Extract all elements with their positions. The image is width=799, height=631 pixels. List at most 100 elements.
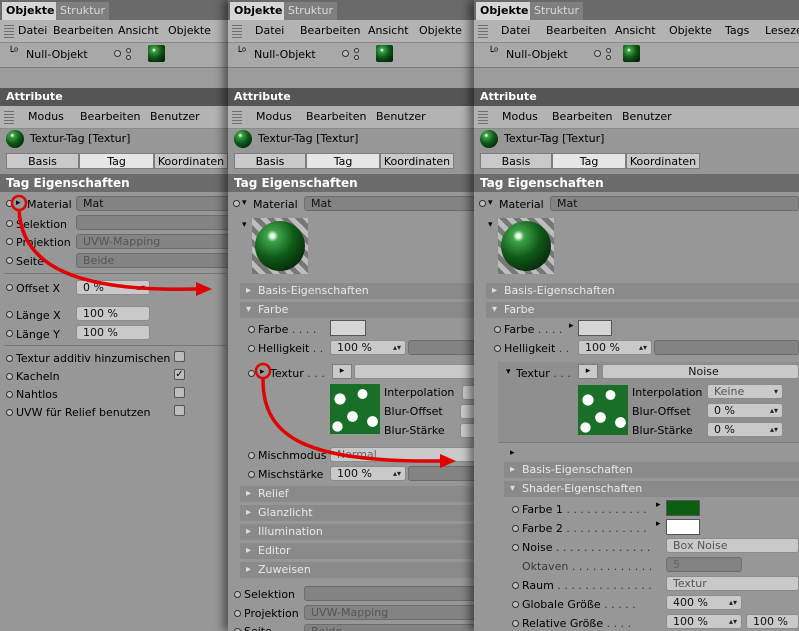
anim-dot-icon[interactable] xyxy=(512,544,519,551)
collapse-arrow-icon[interactable]: ▾ xyxy=(488,220,493,230)
anim-dot-icon[interactable] xyxy=(494,326,501,333)
anim-dot-icon[interactable] xyxy=(248,370,255,377)
object-name[interactable]: Null-Objekt xyxy=(254,48,316,61)
menu-objekte[interactable]: Objekte xyxy=(419,24,462,37)
menu-bearbeiten[interactable]: Bearbeiten xyxy=(552,110,612,123)
helligkeit-field[interactable]: 100 % ▴▾ xyxy=(330,340,406,355)
grip-handle[interactable] xyxy=(4,110,14,124)
anim-dot-icon[interactable] xyxy=(248,326,255,333)
anim-dot-icon[interactable] xyxy=(6,391,13,398)
material-field[interactable]: Mat xyxy=(76,196,228,211)
helligkeit-slider[interactable] xyxy=(408,340,474,355)
anim-dot-icon[interactable] xyxy=(6,220,13,227)
raum-select[interactable]: Textur xyxy=(666,576,799,591)
anim-dot-icon[interactable] xyxy=(248,345,255,352)
tab-struktur[interactable]: Struktur xyxy=(530,2,583,20)
relief-section[interactable]: Relief xyxy=(240,486,474,502)
menu-benutzer[interactable]: Benutzer xyxy=(150,110,200,123)
tab-tag[interactable]: Tag xyxy=(79,153,154,169)
render-dot-icon[interactable] xyxy=(606,55,611,60)
anim-dot-icon[interactable] xyxy=(248,452,255,459)
grip-handle[interactable] xyxy=(232,110,242,124)
grip-handle[interactable] xyxy=(232,24,242,38)
kacheln-checkbox[interactable]: ✓ xyxy=(174,369,185,380)
visibility-dot-icon[interactable] xyxy=(594,50,601,57)
oktaven-field[interactable]: 5 xyxy=(666,557,742,572)
tab-tag[interactable]: Tag xyxy=(306,153,380,169)
tab-koordinaten[interactable]: Koordinaten xyxy=(626,153,700,169)
menu-objekte[interactable]: Objekte xyxy=(168,24,211,37)
tab-koordinaten[interactable]: Koordinaten xyxy=(380,153,454,169)
anim-dot-icon[interactable] xyxy=(6,355,13,362)
tab-objekte[interactable]: Objekte xyxy=(476,2,533,20)
laenge-y-field[interactable]: 100 % xyxy=(76,325,150,340)
helligkeit-slider[interactable] xyxy=(654,340,799,355)
anim-dot-icon[interactable] xyxy=(6,257,13,264)
editor-section[interactable]: Editor xyxy=(240,543,474,559)
object-name[interactable]: Null-Objekt xyxy=(506,48,568,61)
render-dot-icon[interactable] xyxy=(354,55,359,60)
collapse-arrow-icon[interactable]: ▾ xyxy=(242,220,247,230)
helligkeit-field[interactable]: 100 % ▴▾ xyxy=(578,340,652,355)
tab-basis[interactable]: Basis xyxy=(234,153,306,169)
menu-bearbeiten[interactable]: Bearbeiten xyxy=(546,24,606,37)
shader-basis-eig-section[interactable]: Basis-Eigenschaften xyxy=(504,462,799,478)
farbe-section[interactable]: Farbe xyxy=(240,302,474,318)
texture-tag-icon[interactable] xyxy=(376,45,393,62)
tab-objekte[interactable]: Objekte xyxy=(2,2,59,20)
anim-dot-icon[interactable] xyxy=(6,200,13,207)
farbe-swatch[interactable] xyxy=(578,320,612,336)
texture-tag-icon[interactable] xyxy=(148,45,165,62)
tab-basis[interactable]: Basis xyxy=(6,153,79,169)
interpolation-select[interactable] xyxy=(462,385,474,400)
blur-staerke-field[interactable] xyxy=(460,423,474,438)
texture-tag-icon[interactable] xyxy=(623,45,640,62)
object-row[interactable]: └⁰ Null-Objekt xyxy=(228,43,474,68)
object-name[interactable]: Null-Objekt xyxy=(26,48,88,61)
anim-dot-icon[interactable] xyxy=(6,409,13,416)
textur-shader-field[interactable]: Noise xyxy=(602,364,799,379)
anim-dot-icon[interactable] xyxy=(479,200,486,207)
expand-arrow-icon[interactable]: ▸ xyxy=(569,321,574,331)
anim-dot-icon[interactable] xyxy=(234,591,241,598)
menu-datei[interactable]: Datei xyxy=(18,24,47,37)
blur-offset-field[interactable] xyxy=(460,404,474,419)
material-field[interactable]: Mat xyxy=(304,196,474,211)
menu-tags[interactable]: Tags xyxy=(725,24,749,37)
nahtlos-checkbox[interactable] xyxy=(174,387,185,398)
anim-dot-icon[interactable] xyxy=(494,345,501,352)
anim-dot-icon[interactable] xyxy=(6,311,13,318)
menu-bearbeiten[interactable]: Bearbeiten xyxy=(300,24,360,37)
globale-groesse-field[interactable]: 400 % ▴▾ xyxy=(666,595,742,610)
menu-datei[interactable]: Datei xyxy=(501,24,530,37)
object-row[interactable]: └⁰ Null-Objekt xyxy=(474,43,799,68)
projektion-select[interactable]: UVW-Mapping xyxy=(304,605,474,620)
noise-select[interactable]: Box Noise xyxy=(666,538,799,553)
expand-arrow-icon[interactable]: ▸ xyxy=(656,519,661,529)
selektion-field[interactable] xyxy=(304,586,474,601)
mischstaerke-field[interactable]: 100 % ▴▾ xyxy=(330,466,406,481)
menu-objekte[interactable]: Objekte xyxy=(669,24,712,37)
selektion-field[interactable] xyxy=(76,215,228,230)
mischstaerke-slider[interactable] xyxy=(408,466,474,481)
uvw-relief-checkbox[interactable] xyxy=(174,405,185,416)
textur-arrow-button[interactable]: ▸ xyxy=(578,364,598,379)
seite-select[interactable]: Beide xyxy=(76,253,228,268)
menu-lesezeichen[interactable]: Lesezeic xyxy=(765,24,799,37)
menu-ansicht[interactable]: Ansicht xyxy=(118,24,159,37)
illumination-section[interactable]: Illumination xyxy=(240,524,474,540)
textur-additiv-checkbox[interactable] xyxy=(174,351,185,362)
shader-eig-section[interactable]: Shader-Eigenschaften xyxy=(504,481,799,497)
farbe-swatch[interactable] xyxy=(330,320,366,336)
mischmodus-select[interactable]: Normal xyxy=(330,447,474,462)
basis-eig-section[interactable]: Basis-Eigenschaften xyxy=(240,283,474,299)
farbe-section[interactable]: Farbe xyxy=(486,302,799,318)
interpolation-select[interactable]: Keine ▾ xyxy=(707,384,783,399)
menu-datei[interactable]: Datei xyxy=(255,24,284,37)
anim-dot-icon[interactable] xyxy=(512,620,519,627)
anim-dot-icon[interactable] xyxy=(6,238,13,245)
anim-dot-icon[interactable] xyxy=(512,601,519,608)
anim-dot-icon[interactable] xyxy=(512,525,519,532)
menu-bearbeiten[interactable]: Bearbeiten xyxy=(80,110,140,123)
tab-struktur[interactable]: Struktur xyxy=(56,2,109,20)
